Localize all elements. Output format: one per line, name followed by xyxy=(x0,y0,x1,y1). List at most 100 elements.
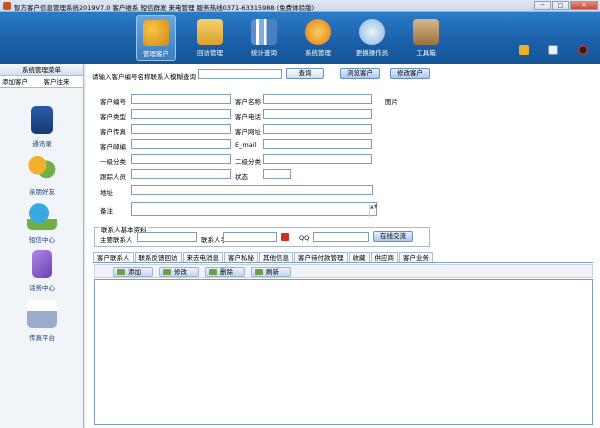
toolbox-icon xyxy=(413,19,439,45)
lock-icon[interactable] xyxy=(519,45,529,55)
sms-icon xyxy=(27,202,57,230)
label-picture: 图片 xyxy=(385,98,398,106)
sidebar-item-friends[interactable]: 亲朋好友 xyxy=(0,154,84,196)
label-remark: 备注 xyxy=(100,207,113,215)
main-panel: 请输入客户编号名称联系人模糊查询 查询 浏览客户 修改客户 客户编号 客户名称 … xyxy=(86,64,600,428)
system-icon xyxy=(305,19,331,45)
refresh-button[interactable]: 刷新 xyxy=(251,267,291,277)
tab-other-info[interactable]: 其他信息 xyxy=(259,252,293,262)
toolbar-manage-customers[interactable]: 管理客户 xyxy=(136,15,176,61)
label-customer-phone: 客户电话 xyxy=(235,113,261,121)
folder-icon xyxy=(197,19,223,45)
label-customer-type: 客户类型 xyxy=(100,113,126,121)
status-field[interactable] xyxy=(263,169,291,179)
window-title: 智方客户信息管理系统2019V7.0 客户维系 短信群发 来电管理 服务热线03… xyxy=(14,4,315,12)
edit-button[interactable]: 修改 xyxy=(159,267,199,277)
label-customer-no: 客户编号 xyxy=(100,98,126,106)
tab-suppliers[interactable]: 供应商 xyxy=(370,252,398,262)
label-follow-person: 跟踪人员 xyxy=(100,173,126,181)
delete-icon xyxy=(209,269,217,275)
customer-no-field[interactable] xyxy=(131,94,231,104)
label-customer-fax: 客户传真 xyxy=(100,128,126,136)
close-button[interactable]: ✕ xyxy=(570,1,598,10)
sidebar-item-call-center[interactable]: 话务中心 xyxy=(0,250,84,292)
online-chat-button[interactable]: 在线交流 xyxy=(373,231,413,242)
qq-field[interactable] xyxy=(313,232,369,242)
label-email: E_mail xyxy=(235,141,257,149)
modify-customer-button[interactable]: 修改客户 xyxy=(390,68,430,79)
toolbar-statistics[interactable]: 统计查询 xyxy=(244,15,284,61)
label-main-contact: 主要联系人 xyxy=(100,236,133,244)
search-button[interactable]: 查询 xyxy=(286,68,324,79)
label-status: 状态 xyxy=(235,173,248,181)
label-qq: QQ xyxy=(299,234,310,242)
tab-feedback[interactable]: 联系反馈回访 xyxy=(134,252,182,262)
toolbar-toolbox[interactable]: 工具箱 xyxy=(406,15,446,61)
browse-customers-button[interactable]: 浏览客户 xyxy=(340,68,380,79)
qq-icon[interactable] xyxy=(578,45,588,55)
sidebar-item-address-book[interactable]: 通讯录 xyxy=(0,106,84,148)
label-address: 地址 xyxy=(100,189,113,197)
contact-group: 联系人基本资料 主要联系人 联系人手 QQ 在线交流 xyxy=(94,224,430,247)
customers-icon xyxy=(143,20,169,46)
window-icon[interactable] xyxy=(548,45,558,55)
address-field[interactable] xyxy=(131,185,373,195)
label-customer-website: 客户网址 xyxy=(235,128,261,136)
phone-dial-icon[interactable] xyxy=(281,233,289,241)
label-customer-name: 客户名称 xyxy=(235,98,261,106)
chart-icon xyxy=(251,19,277,45)
add-icon xyxy=(117,269,125,275)
title-bar: 智方客户信息管理系统2019V7.0 客户维系 短信群发 来电管理 服务热线03… xyxy=(0,0,600,12)
label-category1: 一级分类 xyxy=(100,158,126,166)
refresh-icon xyxy=(255,269,263,275)
category2-field[interactable] xyxy=(263,154,372,164)
category1-field[interactable] xyxy=(131,154,231,164)
customer-zip-field[interactable] xyxy=(131,139,231,149)
grid-toolbar: 添加 修改 删除 刷新 xyxy=(94,264,593,278)
tab-contacts[interactable]: 客户联系人 xyxy=(93,252,134,262)
maximize-button[interactable]: □ xyxy=(552,1,569,10)
contact-phone-field[interactable] xyxy=(223,232,277,242)
toolbar-system[interactable]: 系统管理 xyxy=(298,15,338,61)
phone-icon xyxy=(32,250,52,278)
customer-phone-field[interactable] xyxy=(263,109,372,119)
sidebar-tab-add-customer[interactable]: 添加客户 xyxy=(0,76,42,87)
sidebar-tabs: 添加客户 客户往来 xyxy=(0,76,83,88)
email-field[interactable] xyxy=(263,139,372,149)
label-customer-zip: 客户邮编 xyxy=(100,143,126,151)
add-button[interactable]: 添加 xyxy=(113,267,153,277)
sidebar-tab-customer-contact[interactable]: 客户往来 xyxy=(42,76,84,87)
remark-field[interactable]: ▲▼ xyxy=(131,202,378,218)
tab-calls[interactable]: 来去电消息 xyxy=(182,252,223,262)
search-label: 请输入客户编号名称联系人模糊查询 xyxy=(92,73,196,81)
app-icon xyxy=(3,2,11,10)
address-book-icon xyxy=(31,106,53,134)
edit-icon xyxy=(163,269,171,275)
detail-tabs: 客户联系人 联系反馈回访 来去电消息 客户私秘 其他信息 客户待付款管理 收藏 … xyxy=(93,252,593,263)
search-input[interactable] xyxy=(198,69,282,79)
sidebar-item-fax[interactable]: 传真平台 xyxy=(0,300,84,342)
tab-business[interactable]: 客户业务 xyxy=(399,252,433,262)
main-contact-field[interactable] xyxy=(137,232,197,242)
delete-button[interactable]: 删除 xyxy=(205,267,245,277)
customer-type-field[interactable] xyxy=(131,109,231,119)
toolbar-switch-operator[interactable]: 更换操作员 xyxy=(352,15,392,61)
customer-name-field[interactable] xyxy=(263,94,372,104)
customer-website-field[interactable] xyxy=(263,124,372,134)
minimize-button[interactable]: ─ xyxy=(534,1,551,10)
window-controls: ─ □ ✕ xyxy=(534,1,598,10)
scroll-arrows-icon[interactable]: ▲▼ xyxy=(369,204,378,218)
sidebar-header: 系统管理菜单 xyxy=(0,64,83,76)
fax-icon xyxy=(27,300,57,328)
customer-fax-field[interactable] xyxy=(131,124,231,134)
main-toolbar: 管理客户 回访管理 统计查询 系统管理 更换操作员 工具箱 xyxy=(0,12,600,64)
follow-person-field[interactable] xyxy=(131,169,231,179)
tab-favorites[interactable]: 收藏 xyxy=(348,252,370,262)
switch-user-icon xyxy=(359,19,385,45)
toolbar-followup[interactable]: 回访管理 xyxy=(190,15,230,61)
sidebar: 系统管理菜单 添加客户 客户往来 通讯录 亲朋好友 短信中心 话务中心 传真平台 xyxy=(0,64,84,428)
tab-private[interactable]: 客户私秘 xyxy=(224,252,258,262)
tab-payment[interactable]: 客户待付款管理 xyxy=(294,252,348,262)
contacts-grid[interactable] xyxy=(94,279,593,425)
sidebar-item-sms[interactable]: 短信中心 xyxy=(0,202,84,244)
